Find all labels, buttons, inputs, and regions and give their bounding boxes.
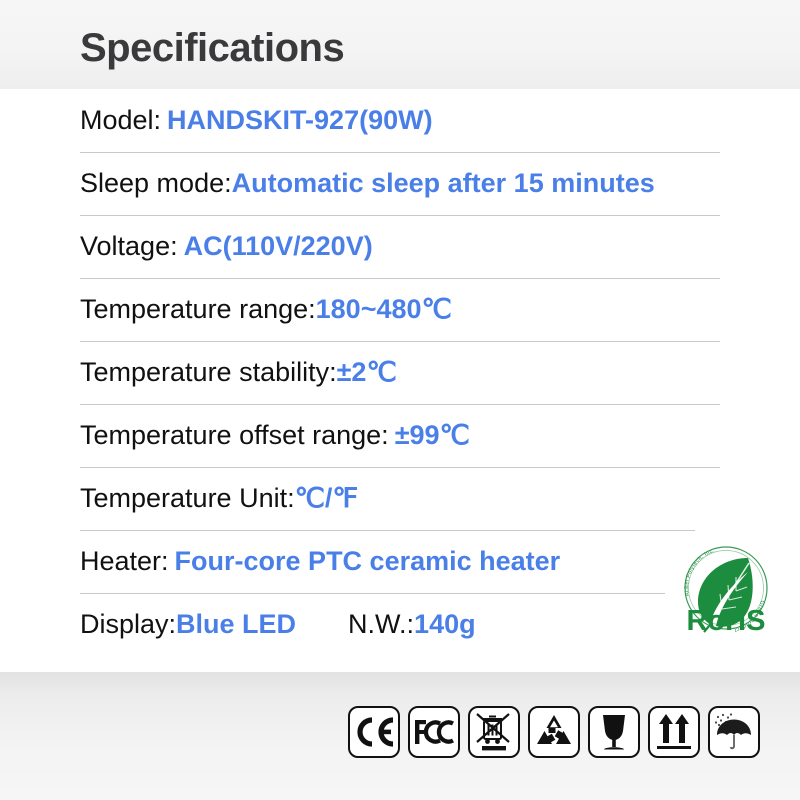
spec-label: Temperature range: (80, 294, 316, 324)
keep-dry-umbrella-icon (708, 706, 760, 758)
spec-value: ℃/℉ (294, 483, 359, 513)
certification-icons (348, 706, 760, 758)
spec-row-model: Model: HANDSKIT-927(90W) (0, 89, 800, 152)
spec-label-secondary: N.W.: (348, 609, 415, 639)
weee-bin-icon (468, 706, 520, 758)
spec-value: HANDSKIT-927(90W) (167, 105, 433, 135)
spec-label: Temperature Unit: (80, 483, 295, 513)
specifications-page: Specifications Model: HANDSKIT-927(90W) … (0, 0, 800, 800)
spec-value: 180~480℃ (315, 294, 452, 324)
fcc-mark-icon (408, 706, 460, 758)
spec-label: Heater: (80, 546, 169, 576)
rohs-wordmark: RoHS (687, 605, 766, 637)
fragile-glass-icon (588, 706, 640, 758)
ce-mark-icon (348, 706, 400, 758)
spec-row-temperature-unit: Temperature Unit: ℃/℉ (0, 467, 800, 530)
spec-label: Temperature stability: (80, 357, 337, 387)
spec-label: Display: (80, 609, 177, 639)
header-band: Specifications (0, 0, 800, 89)
spec-value: Blue LED (176, 609, 297, 639)
spec-label: Model: (80, 105, 162, 135)
spec-value: ±99℃ (394, 420, 470, 450)
spec-row-temperature-stability: Temperature stability: ±2℃ (0, 341, 800, 404)
spec-value: Four-core PTC ceramic heater (174, 546, 561, 576)
this-side-up-icon (648, 706, 700, 758)
rohs-logo: AcBel Polytech, Inc. Green Product RoHS (676, 538, 776, 642)
spec-label: Temperature offset range: (80, 420, 389, 450)
spec-value: AC(110V/220V) (183, 231, 373, 261)
spec-row-temperature-offset-range: Temperature offset range: ±99℃ (0, 404, 800, 467)
spec-label: Sleep mode: (80, 168, 232, 198)
spec-value: ±2℃ (336, 357, 397, 387)
recycling-loop-icon (528, 706, 580, 758)
spec-row-sleep-mode: Sleep mode: Automatic sleep after 15 min… (0, 152, 800, 215)
spec-value: Automatic sleep after 15 minutes (231, 168, 655, 198)
spec-row-voltage: Voltage: AC(110V/220V) (0, 215, 800, 278)
spec-value-secondary: 140g (414, 609, 476, 639)
spec-label: Voltage: (80, 231, 178, 261)
page-title: Specifications (80, 26, 345, 70)
spec-row-temperature-range: Temperature range: 180~480℃ (0, 278, 800, 341)
